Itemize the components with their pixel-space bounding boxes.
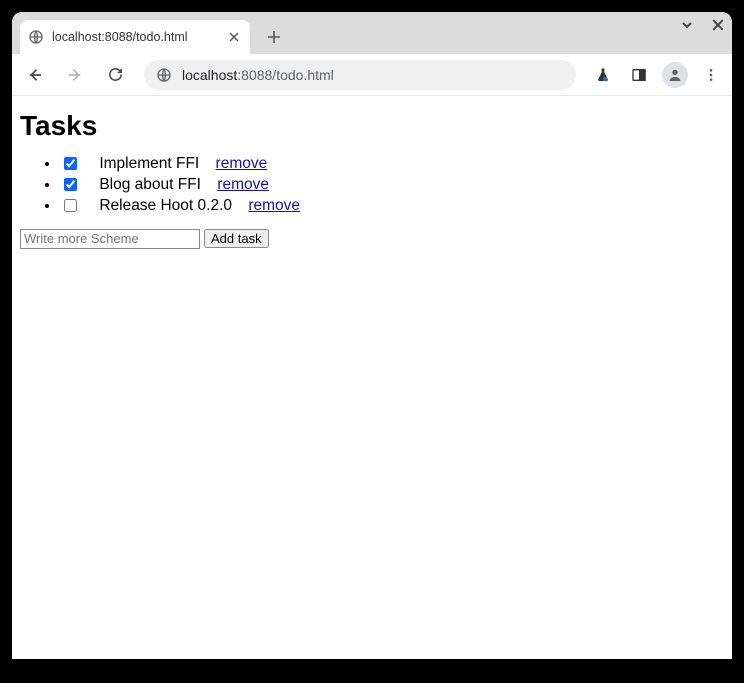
- chevron-down-icon[interactable]: [680, 18, 694, 32]
- remove-link[interactable]: remove: [217, 176, 269, 193]
- task-checkbox[interactable]: [64, 199, 77, 212]
- page-content: Tasks Implement FFI remove Blog about FF…: [12, 96, 732, 659]
- close-icon[interactable]: [226, 29, 242, 45]
- window-close-icon[interactable]: [712, 19, 724, 31]
- back-button[interactable]: [18, 58, 52, 92]
- url-text: localhost:8088/todo.html: [182, 67, 334, 83]
- task-label: Implement FFI: [99, 155, 199, 172]
- task-list: Implement FFI remove Blog about FFI remo…: [20, 154, 724, 217]
- toolbar: localhost:8088/todo.html: [12, 54, 732, 96]
- forward-button[interactable]: [58, 58, 92, 92]
- extension-flask-icon[interactable]: [588, 60, 618, 90]
- new-task-input[interactable]: [20, 229, 200, 249]
- toolbar-actions: [588, 60, 726, 90]
- remove-link[interactable]: remove: [216, 155, 268, 172]
- task-label: Release Hoot 0.2.0: [99, 197, 232, 214]
- tab-title: localhost:8088/todo.html: [52, 30, 218, 44]
- list-item: Blog about FFI remove: [60, 175, 724, 196]
- browser-window: localhost:8088/todo.html: [12, 12, 732, 659]
- globe-icon: [156, 67, 172, 83]
- remove-link[interactable]: remove: [248, 197, 300, 214]
- reload-button[interactable]: [98, 58, 132, 92]
- page-title: Tasks: [20, 110, 724, 142]
- list-item: Implement FFI remove: [60, 154, 724, 175]
- menu-button[interactable]: [696, 60, 726, 90]
- add-task-button[interactable]: Add task: [204, 229, 269, 248]
- tab-bar-right: [680, 18, 724, 32]
- url-host: localhost: [182, 67, 237, 83]
- tab-active[interactable]: localhost:8088/todo.html: [20, 20, 250, 54]
- add-task-row: Add task: [20, 229, 724, 249]
- task-checkbox[interactable]: [64, 178, 77, 191]
- task-label: Blog about FFI: [99, 176, 201, 193]
- panel-icon[interactable]: [624, 60, 654, 90]
- profile-button[interactable]: [660, 60, 690, 90]
- new-tab-button[interactable]: [260, 23, 288, 51]
- address-bar[interactable]: localhost:8088/todo.html: [144, 60, 576, 90]
- url-rest: :8088/todo.html: [237, 67, 334, 83]
- list-item: Release Hoot 0.2.0 remove: [60, 196, 724, 217]
- tab-bar: localhost:8088/todo.html: [12, 12, 732, 54]
- task-checkbox[interactable]: [64, 157, 77, 170]
- avatar-icon: [662, 62, 688, 88]
- globe-icon: [28, 29, 44, 45]
